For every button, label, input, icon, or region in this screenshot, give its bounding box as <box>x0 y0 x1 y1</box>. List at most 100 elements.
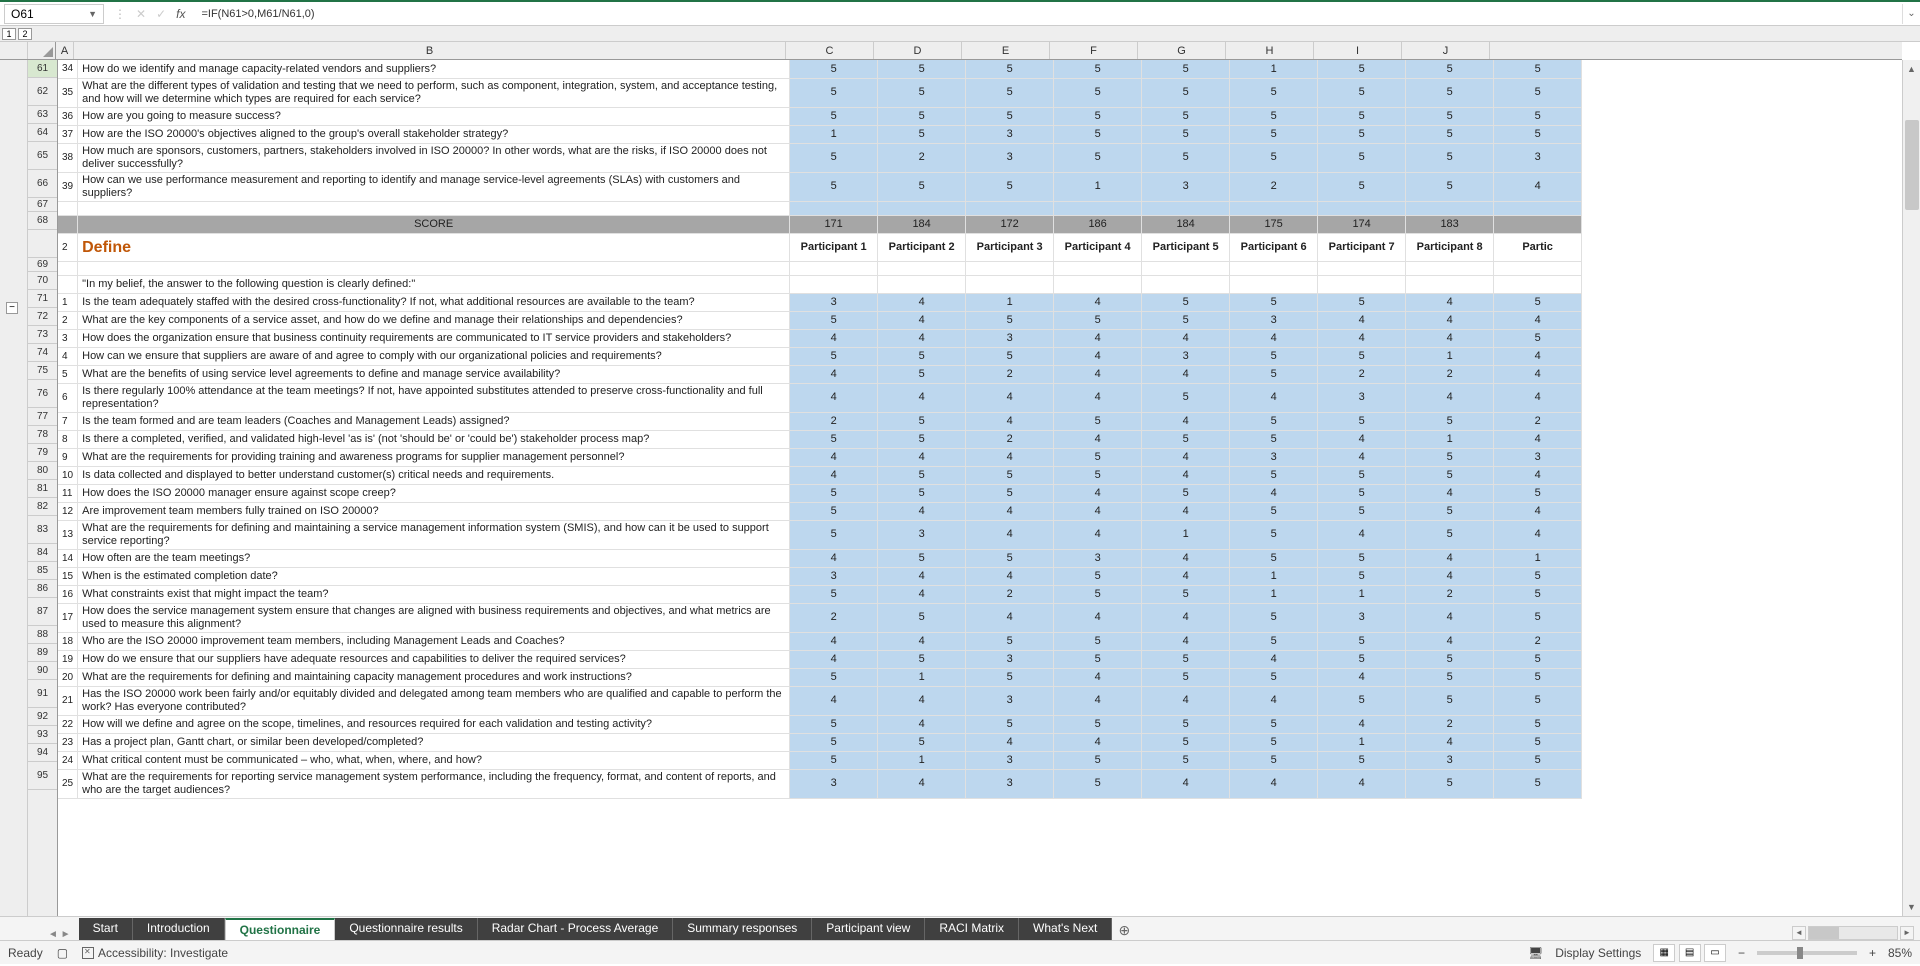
cell[interactable]: 4 <box>878 686 966 715</box>
cell[interactable]: 4 <box>1406 567 1494 585</box>
cell[interactable]: 25 <box>58 769 78 798</box>
cell[interactable]: 4 <box>1142 567 1230 585</box>
cell[interactable]: 4 <box>790 383 878 412</box>
cancel-icon[interactable]: ✕ <box>136 7 146 21</box>
cell[interactable]: 186 <box>1054 215 1142 233</box>
cell[interactable]: 22 <box>58 715 78 733</box>
sheet-tab[interactable]: Start <box>79 918 133 940</box>
cell[interactable]: 5 <box>790 311 878 329</box>
cell[interactable]: 1 <box>1230 585 1318 603</box>
row-header[interactable]: 69 <box>28 258 57 272</box>
cell[interactable]: 5 <box>1230 715 1318 733</box>
cell[interactable]: 4 <box>790 466 878 484</box>
cell[interactable]: 5 <box>878 125 966 143</box>
cell[interactable]: 5 <box>1142 60 1230 78</box>
cell[interactable]: 5 <box>1318 466 1406 484</box>
cell[interactable]: 5 <box>1318 107 1406 125</box>
cell[interactable]: 5 <box>1142 293 1230 311</box>
cell[interactable]: 4 <box>878 293 966 311</box>
cell[interactable] <box>1230 261 1318 275</box>
cell[interactable]: 5 <box>1494 751 1582 769</box>
cell[interactable]: 3 <box>878 520 966 549</box>
cell[interactable]: 4 <box>1406 549 1494 567</box>
cell[interactable]: 172 <box>966 215 1054 233</box>
cell[interactable]: Participant 4 <box>1054 233 1142 261</box>
cell[interactable]: 4 <box>58 347 78 365</box>
cell[interactable]: 5 <box>1142 650 1230 668</box>
cell[interactable]: 5 <box>878 466 966 484</box>
cell[interactable]: 4 <box>1494 383 1582 412</box>
cell[interactable]: 3 <box>1494 143 1582 172</box>
cell[interactable]: 5 <box>1142 484 1230 502</box>
cell[interactable] <box>1494 201 1582 215</box>
cell[interactable]: 4 <box>966 567 1054 585</box>
cell[interactable] <box>78 261 790 275</box>
cell[interactable]: 4 <box>1230 650 1318 668</box>
view-normal-button[interactable]: ▦ <box>1653 944 1675 962</box>
cell[interactable]: 2 <box>1494 412 1582 430</box>
row-header[interactable]: 81 <box>28 480 57 498</box>
cell[interactable]: 5 <box>1318 125 1406 143</box>
cell[interactable]: 5 <box>1406 78 1494 107</box>
cell[interactable]: 4 <box>1318 329 1406 347</box>
cell[interactable]: 3 <box>966 125 1054 143</box>
cell[interactable]: 5 <box>1230 603 1318 632</box>
cell[interactable]: 4 <box>790 686 878 715</box>
cell[interactable]: 1 <box>58 293 78 311</box>
cell[interactable]: 184 <box>1142 215 1230 233</box>
cell[interactable] <box>58 201 78 215</box>
cell[interactable]: 5 <box>1054 632 1142 650</box>
cell[interactable]: 10 <box>58 466 78 484</box>
cell[interactable]: 4 <box>966 412 1054 430</box>
cell[interactable]: Partic <box>1494 233 1582 261</box>
col-header-D[interactable]: D <box>874 42 962 59</box>
cell[interactable]: What are the benefits of using service l… <box>78 365 790 383</box>
row-header[interactable]: 87 <box>28 598 57 626</box>
cell[interactable]: 4 <box>878 769 966 798</box>
cell[interactable] <box>966 261 1054 275</box>
cell[interactable]: 2 <box>1230 172 1318 201</box>
cell[interactable]: How does the organization ensure that bu… <box>78 329 790 347</box>
dropdown-icon[interactable]: ▼ <box>88 9 97 19</box>
cell[interactable]: 5 <box>1054 769 1142 798</box>
cell[interactable]: 3 <box>790 293 878 311</box>
cell[interactable]: 4 <box>878 448 966 466</box>
cell[interactable]: 4 <box>1494 347 1582 365</box>
cell[interactable] <box>1494 215 1582 233</box>
cell[interactable]: 19 <box>58 650 78 668</box>
cell[interactable] <box>1494 275 1582 293</box>
cell[interactable]: 3 <box>966 751 1054 769</box>
cell[interactable]: 4 <box>1142 502 1230 520</box>
cell[interactable]: 4 <box>966 383 1054 412</box>
cell[interactable]: 5 <box>1318 751 1406 769</box>
cell[interactable]: 5 <box>790 430 878 448</box>
cell[interactable]: 5 <box>1054 125 1142 143</box>
row-header[interactable]: 75 <box>28 362 57 380</box>
cell[interactable]: What are the requirements for defining a… <box>78 520 790 549</box>
row-header[interactable]: 90 <box>28 662 57 680</box>
cell[interactable]: 1 <box>1318 585 1406 603</box>
cell[interactable]: 4 <box>1054 520 1142 549</box>
cell[interactable]: How can we ensure that suppliers are awa… <box>78 347 790 365</box>
cell[interactable]: 5 <box>1318 650 1406 668</box>
cell[interactable]: 4 <box>1318 311 1406 329</box>
cell[interactable]: Define <box>78 233 790 261</box>
cell[interactable]: SCORE <box>78 215 790 233</box>
col-header-E[interactable]: E <box>962 42 1050 59</box>
cell[interactable]: 3 <box>1142 172 1230 201</box>
cell[interactable]: 5 <box>1406 107 1494 125</box>
cell[interactable]: 4 <box>1318 430 1406 448</box>
cell[interactable]: 2 <box>58 311 78 329</box>
cell[interactable]: 21 <box>58 686 78 715</box>
cell[interactable]: 5 <box>878 347 966 365</box>
cell[interactable]: 4 <box>1406 329 1494 347</box>
cell[interactable]: 5 <box>790 172 878 201</box>
cell[interactable]: "In my belief, the answer to the followi… <box>78 275 790 293</box>
cell[interactable]: 5 <box>878 107 966 125</box>
cell[interactable] <box>1142 275 1230 293</box>
cell[interactable]: 3 <box>966 650 1054 668</box>
sheet-tab[interactable]: Questionnaire results <box>335 918 477 940</box>
row-header[interactable]: 82 <box>28 498 57 516</box>
cell[interactable]: 4 <box>1142 448 1230 466</box>
cell[interactable]: Is the team formed and are team leaders … <box>78 412 790 430</box>
